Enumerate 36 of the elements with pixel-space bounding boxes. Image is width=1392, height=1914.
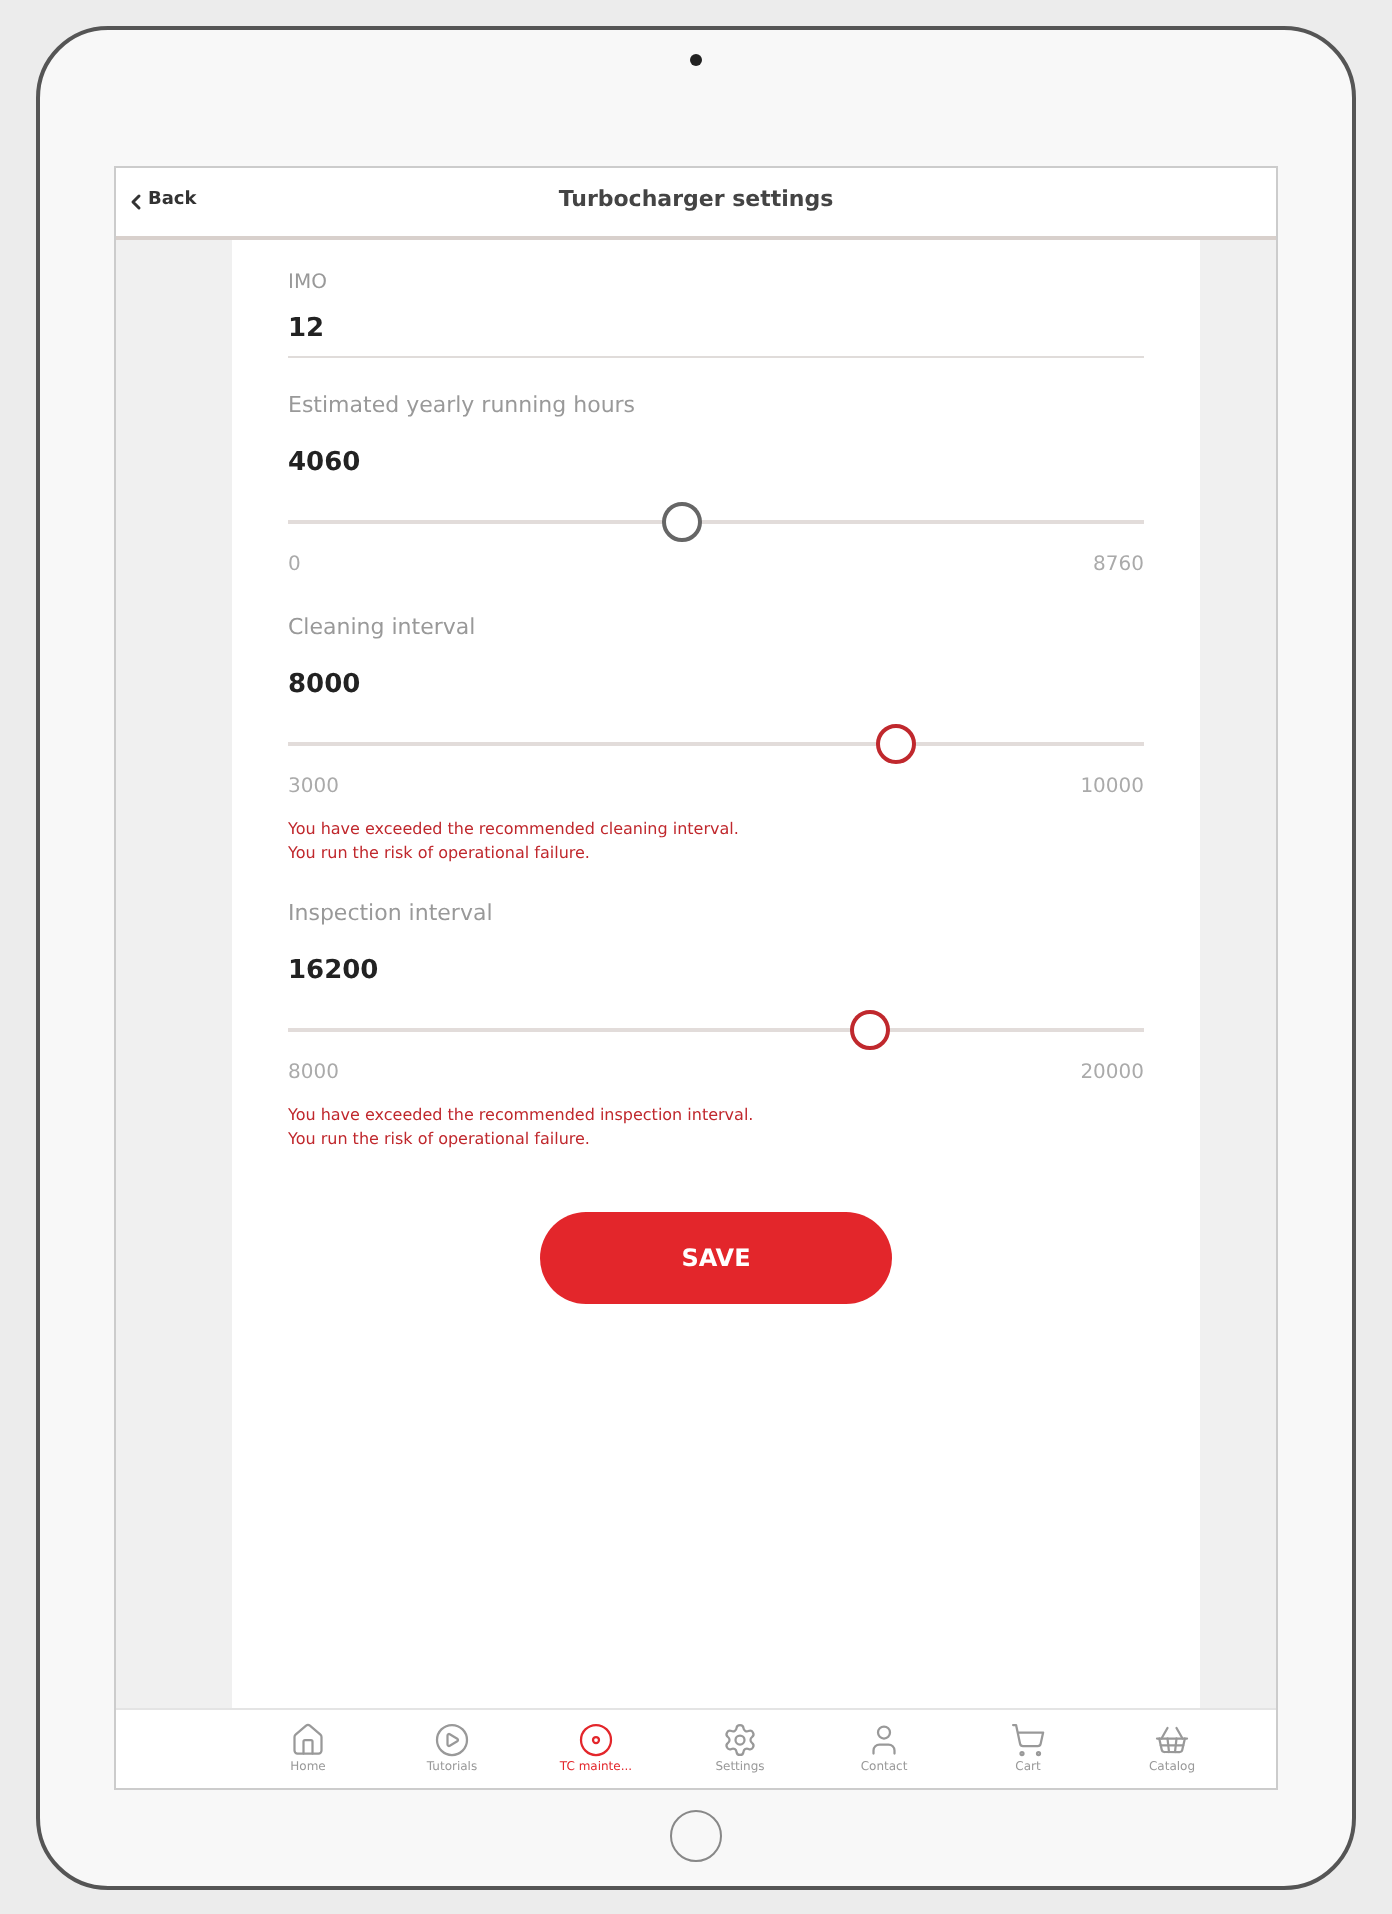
slider-min: 8000: [288, 1060, 339, 1088]
screen-title: Turbocharger settings: [558, 184, 834, 217]
warning-text: You run the risk of operational failure.: [288, 842, 592, 866]
imo-field[interactable]: 12: [288, 309, 1144, 358]
slider-max: 20000: [1080, 1060, 1144, 1088]
field-label: Inspection interval: [288, 898, 495, 930]
slider[interactable]: [288, 720, 1144, 768]
settings-icon: [722, 1721, 758, 1757]
slider[interactable]: [288, 1006, 1144, 1054]
slider-max: 8760: [1093, 552, 1144, 580]
warning-text: You run the risk of operational failure.: [288, 1128, 592, 1152]
play-icon: [434, 1721, 470, 1757]
home-icon: [290, 1721, 326, 1757]
person-icon: [866, 1721, 902, 1757]
slider-min: 3000: [288, 774, 339, 802]
warning-text: You have exceeded the recommended inspection interval.: [288, 1104, 756, 1128]
field-value: 8000: [288, 667, 363, 703]
cart-icon: [1010, 1721, 1046, 1757]
imo-label: IMO: [288, 269, 329, 297]
field-label: Cleaning interval: [288, 612, 478, 644]
slider-thumb[interactable]: [661, 502, 702, 542]
camera-icon: [690, 53, 702, 65]
back-button[interactable]: Back: [124, 187, 197, 215]
slider-thumb[interactable]: [875, 724, 916, 764]
slider-max: 10000: [1080, 774, 1144, 802]
basket-icon: [1154, 1721, 1190, 1757]
home-button[interactable]: [670, 1809, 722, 1861]
slider-min: 0: [288, 552, 301, 580]
field-value: 16200: [288, 953, 381, 989]
slider-thumb[interactable]: [850, 1010, 891, 1050]
warning-text: You have exceeded the recommended cleaning interval.: [288, 818, 741, 842]
disc-icon: [578, 1721, 614, 1757]
save-button[interactable]: SAVE: [540, 1212, 892, 1304]
slider[interactable]: [288, 498, 1144, 546]
field-value: 4060: [288, 445, 363, 481]
field-label: Estimated yearly running hours: [288, 390, 638, 422]
